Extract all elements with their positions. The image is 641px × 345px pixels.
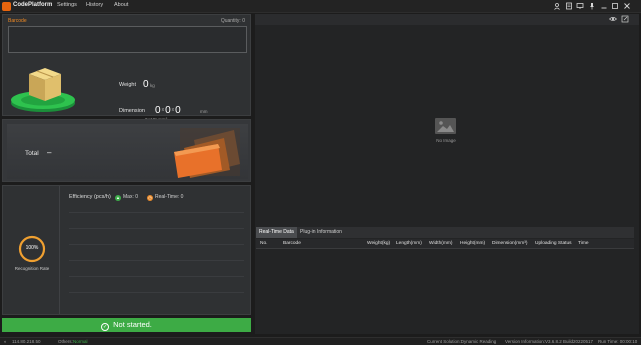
barcode-display[interactable] xyxy=(8,26,247,53)
data-table-header: No. Barcode Weight(kg) Length(mm) Width(… xyxy=(256,239,634,249)
image-display-area xyxy=(255,14,639,334)
pin-icon[interactable] xyxy=(587,2,596,11)
maximize-icon[interactable] xyxy=(610,2,619,11)
chart-gridline xyxy=(69,212,244,213)
export-icon[interactable] xyxy=(620,15,629,24)
others-status: Normal xyxy=(73,339,88,344)
barcode-label: Barcode xyxy=(8,18,27,24)
title-bar: CodePlatform Settings History About xyxy=(0,0,641,13)
dimension-length: 0 xyxy=(155,105,161,116)
app-logo-icon xyxy=(2,2,11,11)
barcode-panel: Barcode Quantity: 0 Weight 0 kg Dimensio… xyxy=(2,14,251,122)
total-band xyxy=(7,124,248,179)
no-image-text: No Image xyxy=(436,138,456,143)
chart-gridline xyxy=(69,228,244,229)
dimension-separator: x xyxy=(161,107,165,114)
check-circle-icon: ✓ xyxy=(101,323,110,331)
weight-label: Weight xyxy=(119,82,137,88)
menu-settings[interactable]: Settings xyxy=(57,2,77,8)
total-value: – xyxy=(47,148,52,157)
total-illustration xyxy=(174,128,240,178)
column-header-no: No. xyxy=(260,241,268,246)
realtime-label: Real-Time: 0 xyxy=(155,194,184,200)
menu-history[interactable]: History xyxy=(86,2,103,8)
package-scale-illustration xyxy=(11,68,75,112)
chart-gridline xyxy=(69,292,244,293)
quantity-label: Quantity: 0 xyxy=(220,18,245,24)
minimize-icon[interactable] xyxy=(599,2,608,11)
dimension-width: 0 xyxy=(165,105,171,116)
total-panel: Total – xyxy=(2,119,251,182)
status-label: Not started. xyxy=(113,320,152,329)
column-header-dimension: Dimension(mm³) xyxy=(492,241,528,246)
menu-about[interactable]: About xyxy=(114,2,128,8)
others-label: Others: xyxy=(58,339,73,344)
ip-address: 114.80.218.50 xyxy=(12,339,41,344)
statistics-panel: 100% Recognition Rate Efficiency (pcs/h)… xyxy=(2,185,251,315)
total-label: Total xyxy=(25,150,39,157)
eye-icon[interactable] xyxy=(608,15,617,24)
connection-icon: ◐ xyxy=(4,339,7,344)
version-info: Version Information:V3.6.8.2 Build202205… xyxy=(505,339,594,344)
recognition-rate-label: Recognition Rate xyxy=(14,266,50,271)
column-header-barcode: Barcode xyxy=(283,241,301,246)
clock-icon: ◷ xyxy=(147,195,153,201)
recognition-rate-ring: 100% xyxy=(17,234,47,264)
chart-gridline xyxy=(69,260,244,261)
dimension-separator: x xyxy=(171,107,175,114)
column-header-time: Time xyxy=(578,241,589,246)
dimension-values: 0x0x0 xyxy=(155,105,181,116)
dimension-label: Dimension xyxy=(119,108,145,114)
dimension-height: 0 xyxy=(175,105,181,116)
arrow-up-icon: ▲ xyxy=(115,195,121,201)
data-tabs: Real-Time Data Plug-in Information xyxy=(256,227,634,238)
tab-plugin-information[interactable]: Plug-in Information xyxy=(300,227,360,238)
weight-unit: kg xyxy=(150,83,155,88)
column-header-width: Width(mm) xyxy=(429,241,453,246)
image-placeholder-icon xyxy=(435,118,456,134)
efficiency-max: ▲ Max: 0 xyxy=(115,194,138,201)
current-solution: Current Solution:Dynamic Reading xyxy=(427,339,497,344)
column-header-weight: Weight(kg) xyxy=(367,241,391,246)
chart-gridline xyxy=(69,276,244,277)
document-icon[interactable] xyxy=(564,2,573,11)
weight-value: 0 xyxy=(143,79,149,90)
efficiency-label: Efficiency (pcs/h) xyxy=(69,194,111,200)
column-header-height: Height(mm) xyxy=(460,241,486,246)
column-header-length: Length(mm) xyxy=(396,241,422,246)
recognition-rate-value: 100% xyxy=(25,245,39,251)
max-label: Max: 0 xyxy=(123,194,139,200)
image-toolbar xyxy=(255,14,639,25)
efficiency-realtime: ◷ Real-Time: 0 xyxy=(147,194,183,201)
close-icon[interactable] xyxy=(622,2,631,11)
monitor-icon[interactable] xyxy=(575,2,584,11)
app-title: CodePlatform xyxy=(13,2,53,8)
column-header-uploading-status: Uploading Status xyxy=(535,241,572,246)
user-icon[interactable] xyxy=(552,2,561,11)
start-status-button[interactable]: ✓ Not started. xyxy=(2,318,251,332)
status-footer: ◐ 114.80.218.50 Others: Normal Current S… xyxy=(0,337,641,345)
chart-gridline xyxy=(69,244,244,245)
run-time: Run Time: 00:00:10 xyxy=(598,339,638,344)
dimension-unit: mm xyxy=(200,109,208,114)
stats-divider xyxy=(59,186,60,314)
tab-realtime-data[interactable]: Real-Time Data xyxy=(256,227,297,238)
